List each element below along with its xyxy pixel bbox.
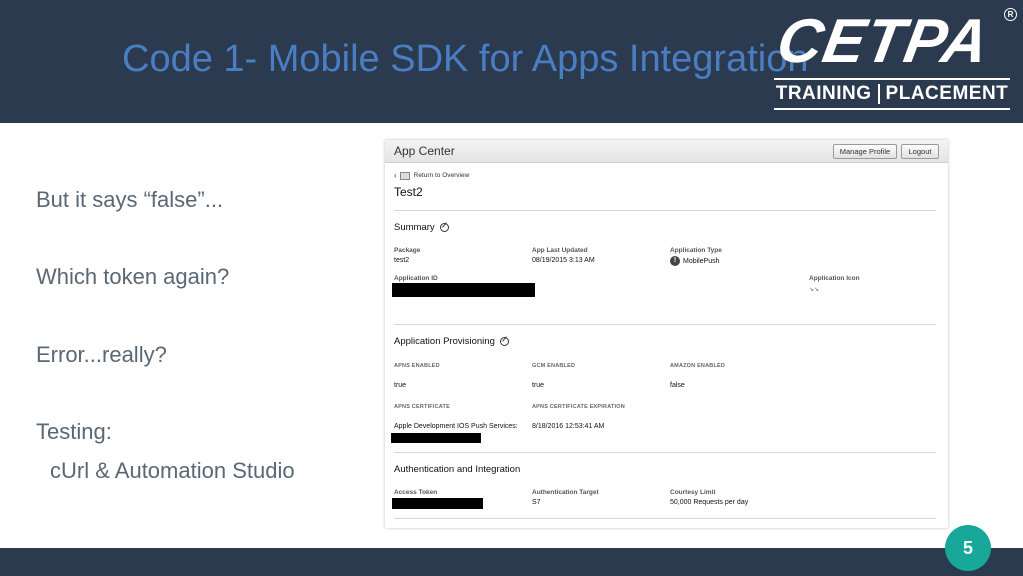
- amazon-enabled-label: AMAZON ENABLED: [670, 363, 726, 369]
- summary-title-label: Summary: [394, 222, 435, 233]
- app-type-text: MobilePush: [683, 257, 720, 265]
- app-type-value: ! MobilePush: [670, 256, 720, 266]
- courtesy-limit-value: 50,000 Requests per day: [670, 499, 749, 506]
- bullet-item: Error...really?: [36, 342, 167, 367]
- edit-icon[interactable]: [499, 337, 509, 346]
- cetpa-logo: CETPA R TRAINING PLACEMENT: [772, 7, 1017, 112]
- slide-header: Code 1- Mobile SDK for Apps Integration …: [0, 0, 1023, 123]
- gcm-enabled-label: GCM ENABLED: [532, 363, 576, 369]
- mobilepush-icon: !: [670, 256, 680, 266]
- auth-title-label: Authentication and Integration: [394, 464, 521, 475]
- app-center-title: App Center: [394, 144, 455, 158]
- slide-title: Code 1- Mobile SDK for Apps Integration: [122, 38, 809, 80]
- registered-icon: R: [1004, 8, 1017, 21]
- edit-icon[interactable]: [439, 223, 449, 232]
- app-center-header: App Center Manage Profile Logout: [385, 140, 948, 163]
- logo-tagline: TRAINING PLACEMENT: [774, 78, 1010, 110]
- divider: [394, 324, 936, 325]
- app-name: Test2: [394, 185, 423, 199]
- package-value: test2: [394, 257, 410, 264]
- amazon-enabled-value: false: [670, 382, 685, 389]
- logout-button[interactable]: Logout: [901, 144, 939, 159]
- bullet-item: Testing:: [36, 419, 112, 444]
- gcm-enabled-value: true: [532, 382, 545, 389]
- app-center-screenshot: App Center Manage Profile Logout ‹ Retur…: [385, 140, 948, 528]
- slide-footer: [0, 548, 1023, 576]
- app-icon-label: Application Icon: [809, 275, 860, 282]
- bullet-item: Which token again?: [36, 264, 230, 289]
- logo-wordmark: CETPA: [772, 7, 995, 76]
- access-token-label: Access Token: [394, 489, 438, 496]
- logo-tag-placement: PLACEMENT: [885, 83, 1009, 104]
- last-updated-label: App Last Updated: [532, 247, 588, 254]
- return-to-overview-label: Return to Overview: [413, 172, 470, 179]
- overview-icon: [399, 171, 410, 180]
- redacted-certificate: [391, 433, 481, 443]
- apns-cert-expiration-value: 8/18/2016 12:53:41 AM: [532, 423, 605, 430]
- package-label: Package: [394, 247, 421, 254]
- chevron-left-icon: ‹: [394, 171, 397, 180]
- bullet-item: cUrl & Automation Studio: [50, 458, 295, 483]
- last-updated-value: 08/19/2015 3:13 AM: [532, 257, 595, 264]
- summary-section-title: Summary: [394, 222, 449, 233]
- page-number-badge: 5: [945, 525, 991, 571]
- redacted-app-id: [392, 283, 535, 297]
- apns-enabled-value: true: [394, 382, 407, 389]
- logo-tag-training: TRAINING: [775, 83, 872, 104]
- divider: [394, 452, 936, 453]
- app-type-label: Application Type: [670, 247, 722, 254]
- bullet-item: But it says “false”...: [36, 187, 224, 212]
- broken-image-icon: ↘↘: [809, 287, 820, 293]
- provisioning-section-title: Application Provisioning: [394, 336, 509, 347]
- provisioning-title-label: Application Provisioning: [394, 336, 495, 347]
- app-id-label: Application ID: [394, 275, 438, 282]
- auth-target-value: S7: [532, 499, 541, 506]
- apns-cert-expiration-label: APNS CERTIFICATE EXPIRATION: [532, 404, 625, 410]
- auth-section-title: Authentication and Integration: [394, 464, 520, 475]
- apns-enabled-label: APNS ENABLED: [394, 363, 440, 369]
- apns-certificate-label: APNS CERTIFICATE: [394, 404, 450, 410]
- redacted-access-token: [392, 498, 483, 509]
- apns-certificate-value: Apple Development IOS Push Services:: [394, 423, 518, 430]
- manage-profile-button[interactable]: Manage Profile: [833, 144, 897, 159]
- logo-tag-separator: [877, 84, 880, 104]
- courtesy-limit-label: Courtesy Limit: [670, 489, 716, 496]
- return-to-overview-link[interactable]: ‹ Return to Overview: [394, 171, 469, 180]
- divider: [394, 518, 936, 519]
- divider: [394, 210, 936, 211]
- auth-target-label: Authentication Target: [532, 489, 599, 496]
